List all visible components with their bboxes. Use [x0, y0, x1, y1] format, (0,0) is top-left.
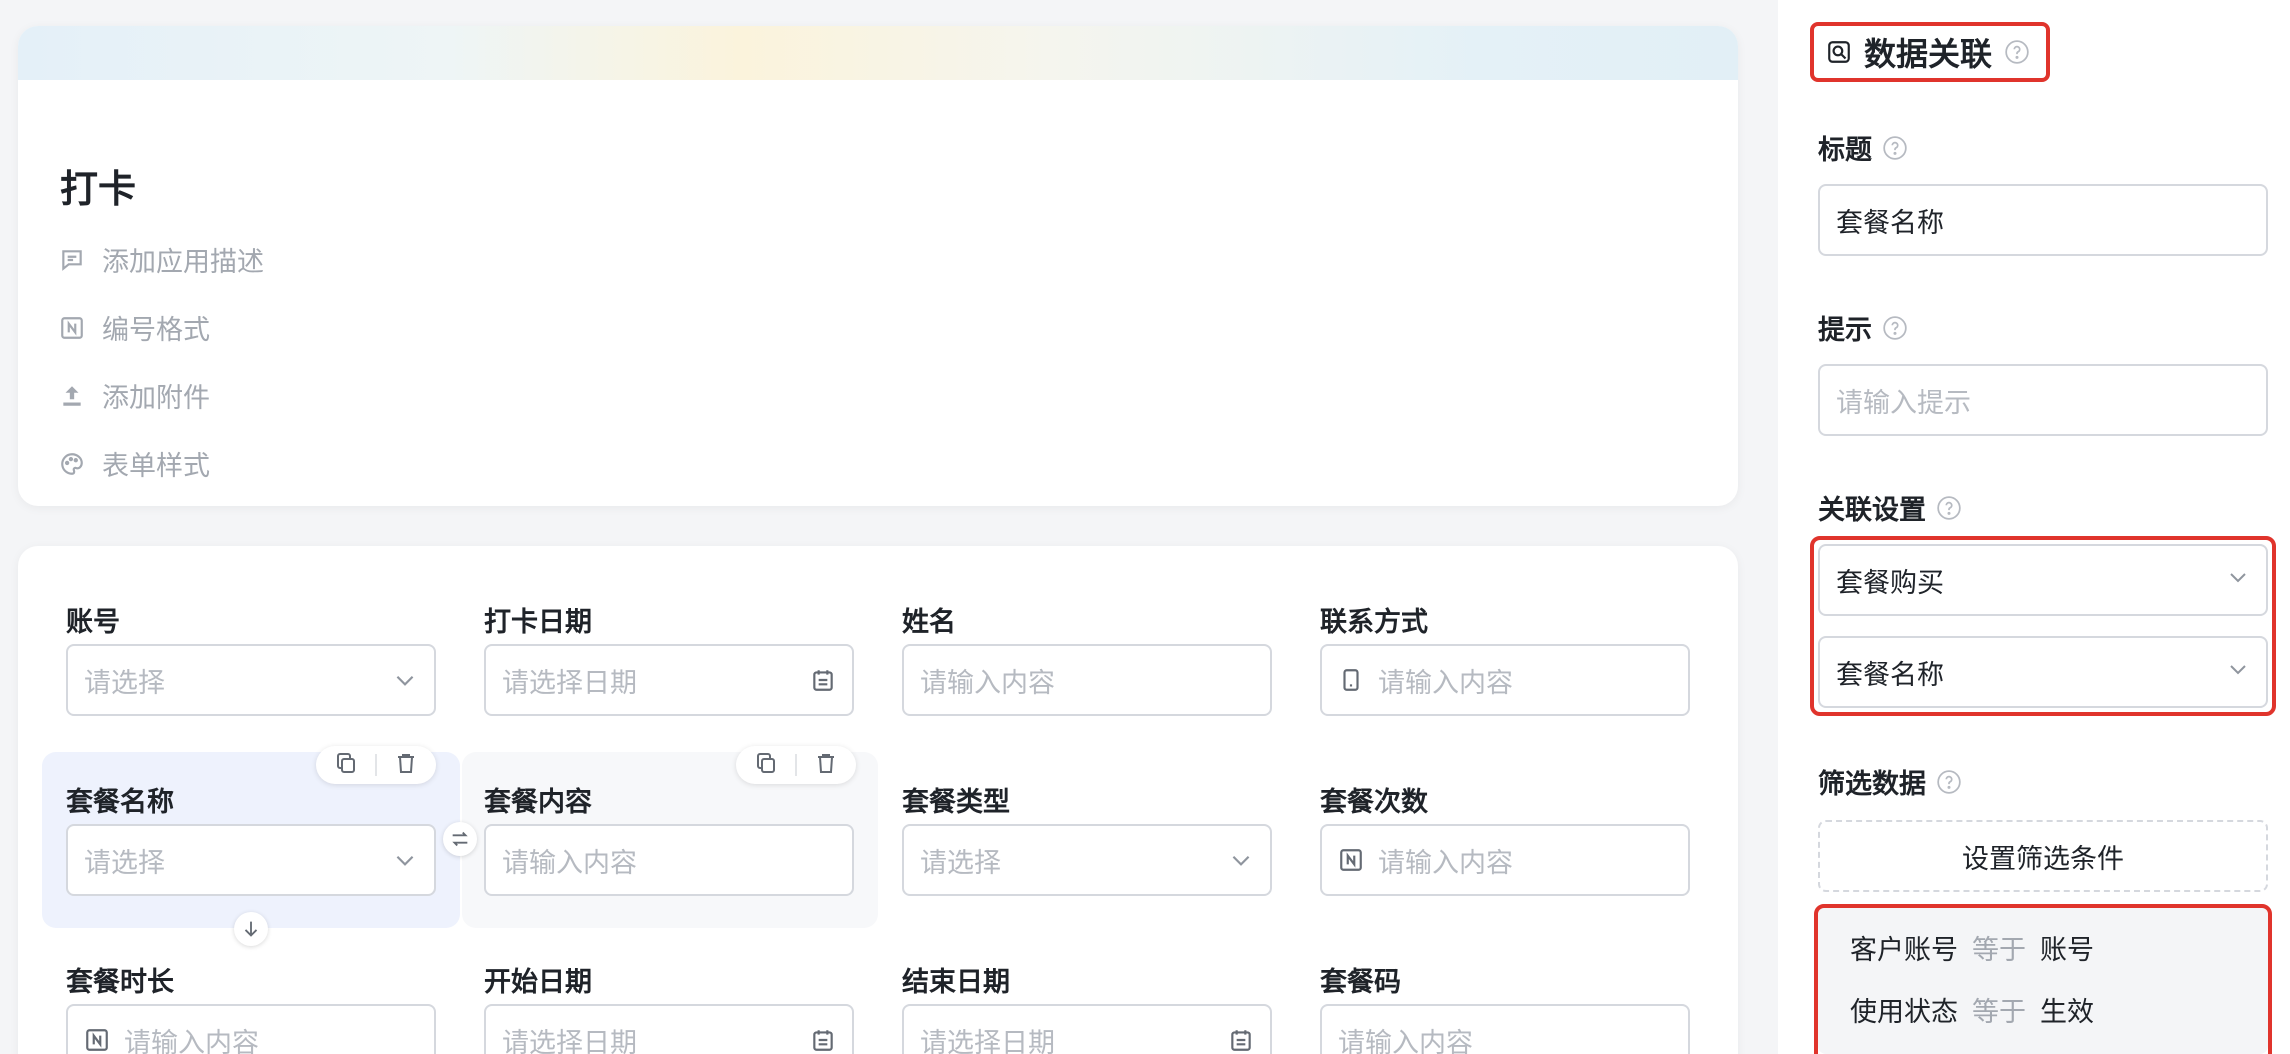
- delete-icon[interactable]: [394, 751, 418, 779]
- hint-section-label: 提示: [1818, 308, 1908, 347]
- package-name-select[interactable]: 请选择: [66, 824, 436, 896]
- package-type-select[interactable]: 请选择: [902, 824, 1272, 896]
- placeholder: 请选择: [920, 847, 1001, 879]
- toolbar-divider: [374, 754, 377, 776]
- contact-input[interactable]: 请输入内容: [1320, 644, 1690, 716]
- help-icon[interactable]: [1936, 769, 1962, 795]
- meta-label: 表单样式: [102, 451, 210, 482]
- meta-label: 编号格式: [102, 315, 210, 346]
- palette-icon: [58, 450, 86, 478]
- link-form-select[interactable]: 套餐购买: [1818, 544, 2268, 616]
- form-canvas: 打卡 添加应用描述 编号格式 添加附件 表单样式 账号 请选择 打卡日期 请选择…: [0, 0, 1778, 1054]
- swap-icon[interactable]: [443, 822, 477, 856]
- field-label: 打卡日期: [484, 607, 592, 638]
- package-content-input[interactable]: 请输入内容: [484, 824, 854, 896]
- panel-title-text: 数据关联: [1864, 35, 1993, 73]
- selected-field-toolbar: [316, 746, 436, 784]
- package-code-input[interactable]: 请输入内容: [1320, 1004, 1690, 1054]
- placeholder: 请选择日期: [502, 667, 637, 699]
- form-title[interactable]: 打卡: [60, 158, 136, 213]
- chevron-down-icon: [392, 847, 418, 873]
- placeholder: 请输入内容: [1338, 1027, 1473, 1054]
- field-label: 开始日期: [484, 967, 592, 998]
- panel-title: 数据关联: [1810, 22, 2050, 82]
- calendar-icon: [810, 667, 836, 693]
- help-icon[interactable]: [1936, 495, 1962, 521]
- placeholder: 请输入内容: [920, 667, 1055, 699]
- calendar-icon: [810, 1027, 836, 1053]
- delete-icon[interactable]: [814, 751, 838, 779]
- help-icon[interactable]: [1882, 315, 1908, 341]
- field-label: 联系方式: [1320, 607, 1428, 638]
- package-duration-input[interactable]: 请输入内容: [66, 1004, 436, 1054]
- link-settings-label: 关联设置: [1818, 488, 1962, 527]
- help-icon[interactable]: [1882, 135, 1908, 161]
- field-label: 账号: [66, 607, 120, 638]
- meta-label: 添加应用描述: [102, 247, 264, 278]
- placeholder: 请输入内容: [502, 847, 637, 879]
- field-label: 姓名: [902, 607, 956, 638]
- header-gradient: [18, 26, 1738, 80]
- hovered-field-toolbar: [736, 746, 856, 784]
- filter-conditions-highlight: [1814, 904, 2272, 1054]
- add-attachment-link[interactable]: 添加附件: [58, 376, 210, 415]
- package-count-input[interactable]: 请输入内容: [1320, 824, 1690, 896]
- field-label: 套餐内容: [484, 787, 592, 818]
- placeholder: 请选择: [84, 847, 165, 879]
- field-label: 结束日期: [902, 967, 1010, 998]
- set-filter-button[interactable]: 设置筛选条件: [1818, 820, 2268, 892]
- end-date-picker[interactable]: 请选择日期: [902, 1004, 1272, 1054]
- link-field-select[interactable]: 套餐名称: [1818, 636, 2268, 708]
- field-label: 套餐码: [1320, 967, 1401, 998]
- add-description-link[interactable]: 添加应用描述: [58, 240, 264, 279]
- placeholder: 请输入内容: [124, 1027, 259, 1054]
- title-input[interactable]: 套餐名称: [1818, 184, 2268, 256]
- title-section-label: 标题: [1818, 128, 1908, 167]
- name-input[interactable]: 请输入内容: [902, 644, 1272, 716]
- form-style-link[interactable]: 表单样式: [58, 444, 210, 483]
- field-label: 套餐名称: [66, 787, 174, 818]
- filter-data-label: 筛选数据: [1818, 762, 1962, 801]
- field-label: 套餐时长: [66, 967, 174, 998]
- form-header-card: 打卡 添加应用描述 编号格式 添加附件 表单样式: [18, 26, 1738, 506]
- placeholder: 请输入内容: [1378, 847, 1513, 879]
- placeholder: 请输入内容: [1378, 667, 1513, 699]
- placeholder: 请选择日期: [502, 1027, 637, 1054]
- placeholder: 请选择: [84, 667, 165, 699]
- copy-icon[interactable]: [754, 751, 778, 779]
- number-icon: [84, 1027, 110, 1053]
- field-label: 套餐次数: [1320, 787, 1428, 818]
- copy-icon[interactable]: [334, 751, 358, 779]
- checkin-date-picker[interactable]: 请选择日期: [484, 644, 854, 716]
- label-text: 提示: [1818, 315, 1872, 346]
- select-value: 套餐名称: [1836, 659, 1944, 691]
- hint-input[interactable]: 请输入提示: [1818, 364, 2268, 436]
- number-format-link[interactable]: 编号格式: [58, 308, 210, 347]
- select-value: 套餐购买: [1836, 567, 1944, 599]
- arrow-down-icon[interactable]: [234, 912, 268, 946]
- data-link-icon: [1826, 39, 1852, 65]
- chevron-down-icon: [2226, 657, 2250, 688]
- calendar-icon: [1228, 1027, 1254, 1053]
- number-format-icon: [58, 314, 86, 342]
- label-text: 关联设置: [1818, 495, 1926, 526]
- chevron-down-icon: [1228, 847, 1254, 873]
- start-date-picker[interactable]: 请选择日期: [484, 1004, 854, 1054]
- phone-icon: [1338, 667, 1364, 693]
- label-text: 筛选数据: [1818, 769, 1926, 800]
- meta-label: 添加附件: [102, 383, 210, 414]
- toolbar-divider: [794, 754, 797, 776]
- comment-icon: [58, 246, 86, 274]
- chevron-down-icon: [2226, 565, 2250, 596]
- field-label: 套餐类型: [902, 787, 1010, 818]
- help-icon[interactable]: [2004, 39, 2030, 65]
- chevron-down-icon: [392, 667, 418, 693]
- placeholder: 请选择日期: [920, 1027, 1055, 1054]
- label-text: 标题: [1818, 135, 1872, 166]
- account-select[interactable]: 请选择: [66, 644, 436, 716]
- upload-icon: [58, 382, 86, 410]
- number-icon: [1338, 847, 1364, 873]
